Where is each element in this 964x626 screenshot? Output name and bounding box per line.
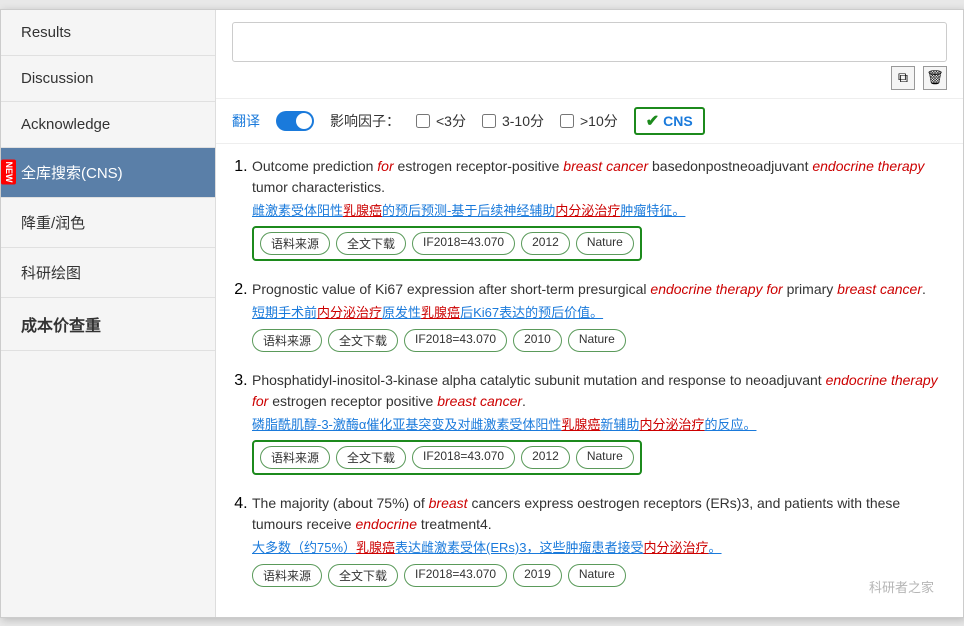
result-item-3: Phosphatidyl-inositol-3-kinase alpha cat… bbox=[252, 370, 947, 476]
label-3-10: 3-10分 bbox=[502, 111, 544, 131]
checkbox-gt10[interactable] bbox=[560, 114, 574, 128]
result-title-2: Prognostic value of Ki67 expression afte… bbox=[252, 279, 947, 300]
sidebar-item-Discussion[interactable]: Discussion bbox=[1, 56, 215, 102]
tag-year-3[interactable]: 2012 bbox=[521, 446, 570, 469]
tag-fulltext[interactable]: 全文下载 bbox=[336, 232, 406, 255]
result-item-2: Prognostic value of Ki67 expression afte… bbox=[252, 279, 947, 352]
result-tags-3-boxed: 语料来源 全文下载 IF2018=43.070 2012 Nature bbox=[252, 440, 642, 475]
sidebar-label: Discussion bbox=[21, 70, 94, 87]
delete-icon[interactable]: 🗑 bbox=[923, 66, 947, 90]
sidebar-label: Results bbox=[21, 24, 71, 41]
tag-source[interactable]: 语料来源 bbox=[260, 232, 330, 255]
search-input[interactable] bbox=[232, 22, 947, 62]
sidebar-item-Acknowledge[interactable]: Acknowledge bbox=[1, 102, 215, 148]
result-title-3: Phosphatidyl-inositol-3-kinase alpha cat… bbox=[252, 370, 947, 412]
cns-filter-box[interactable]: ✔ CNS bbox=[634, 107, 705, 135]
sidebar-label: 降重/润色 bbox=[21, 215, 85, 232]
tag-fulltext-4[interactable]: 全文下载 bbox=[328, 564, 398, 587]
result-translation-2: 短期手术前内分泌治疗原发性乳腺癌后Ki67表达的预后价值。 bbox=[252, 303, 947, 323]
result-translation-1: 雌激素受体阳性乳腺癌的预后预测-基于后续神经辅助内分泌治疗肿瘤特征。 bbox=[252, 201, 947, 221]
sidebar-label: 科研绘图 bbox=[21, 265, 81, 282]
checkbox-lt3[interactable] bbox=[416, 114, 430, 128]
tag-journal-4[interactable]: Nature bbox=[568, 564, 626, 587]
label-lt3: <3分 bbox=[436, 111, 466, 131]
translate-label: 翻译 bbox=[232, 111, 260, 131]
tag-journal-3[interactable]: Nature bbox=[576, 446, 634, 469]
tag-if[interactable]: IF2018=43.070 bbox=[412, 232, 515, 255]
sidebar-item------[interactable]: 降重/润色 bbox=[1, 198, 215, 248]
result-tags-2: 语料来源 全文下载 IF2018=43.070 2010 Nature bbox=[252, 329, 947, 352]
search-area: ⧉ 🗑 bbox=[216, 10, 963, 99]
main-content: ⧉ 🗑 翻译 影响因子： <3分 3-10分 >10分 bbox=[216, 10, 963, 617]
tag-journal[interactable]: Nature bbox=[576, 232, 634, 255]
tag-source-3[interactable]: 语料来源 bbox=[260, 446, 330, 469]
result-item-1: Outcome prediction for estrogen receptor… bbox=[252, 156, 947, 262]
result-translation-4: 大多数（约75%）乳腺癌表达雌激素受体(ERs)3，这些肿瘤患者接受内分泌治疗。 bbox=[252, 538, 947, 558]
tag-if-3[interactable]: IF2018=43.070 bbox=[412, 446, 515, 469]
result-translation-3: 磷脂酰肌醇-3-激酶α催化亚基突变及对雌激素受体阳性乳腺癌新辅助内分泌治疗的反应… bbox=[252, 415, 947, 435]
results-list: Outcome prediction for estrogen receptor… bbox=[216, 144, 963, 617]
checkbox-3-10[interactable] bbox=[482, 114, 496, 128]
tag-year-2[interactable]: 2010 bbox=[513, 329, 562, 352]
result-title-1: Outcome prediction for estrogen receptor… bbox=[252, 156, 947, 198]
cns-label: CNS bbox=[663, 113, 693, 129]
sidebar-label: Acknowledge bbox=[21, 116, 110, 133]
tag-year[interactable]: 2012 bbox=[521, 232, 570, 255]
label-gt10: >10分 bbox=[580, 111, 618, 131]
tag-if-2[interactable]: IF2018=43.070 bbox=[404, 329, 507, 352]
tag-if-4[interactable]: IF2018=43.070 bbox=[404, 564, 507, 587]
app-window: Results Discussion Acknowledge NEW全库搜索(CNS)… bbox=[0, 9, 964, 618]
tag-journal-2[interactable]: Nature bbox=[568, 329, 626, 352]
result-tags-4: 语料来源 全文下载 IF2018=43.070 2019 Nature bbox=[252, 564, 947, 587]
filter-lt3: <3分 bbox=[416, 111, 466, 131]
copy-icon[interactable]: ⧉ bbox=[891, 66, 915, 90]
filter-3-10: 3-10分 bbox=[482, 111, 544, 131]
result-item-4: The majority (about 75%) of breast cance… bbox=[252, 493, 947, 587]
sidebar-item-Results[interactable]: Results bbox=[1, 10, 215, 56]
filter-gt10: >10分 bbox=[560, 111, 618, 131]
tag-fulltext-3[interactable]: 全文下载 bbox=[336, 446, 406, 469]
sidebar-item------[interactable]: 成本价查重 bbox=[1, 298, 215, 351]
tag-year-4[interactable]: 2019 bbox=[513, 564, 562, 587]
sidebar: Results Discussion Acknowledge NEW全库搜索(CNS)… bbox=[1, 10, 216, 617]
result-title-4: The majority (about 75%) of breast cance… bbox=[252, 493, 947, 535]
cns-checkmark: ✔ bbox=[646, 111, 659, 131]
tag-fulltext-2[interactable]: 全文下载 bbox=[328, 329, 398, 352]
sidebar-label: 全库搜索(CNS) bbox=[21, 165, 123, 182]
tag-source-4[interactable]: 语料来源 bbox=[252, 564, 322, 587]
filter-row: 翻译 影响因子： <3分 3-10分 >10分 ✔ CNS bbox=[216, 99, 963, 144]
sidebar-label: 成本价查重 bbox=[21, 318, 101, 335]
sidebar-item------CNS-[interactable]: NEW全库搜索(CNS) bbox=[1, 148, 215, 198]
impact-label: 影响因子： bbox=[330, 111, 400, 131]
tag-source-2[interactable]: 语料来源 bbox=[252, 329, 322, 352]
translate-toggle[interactable] bbox=[276, 111, 314, 131]
result-tags-1-boxed: 语料来源 全文下载 IF2018=43.070 2012 Nature bbox=[252, 226, 642, 261]
sidebar-item-----[interactable]: 科研绘图 bbox=[1, 248, 215, 298]
